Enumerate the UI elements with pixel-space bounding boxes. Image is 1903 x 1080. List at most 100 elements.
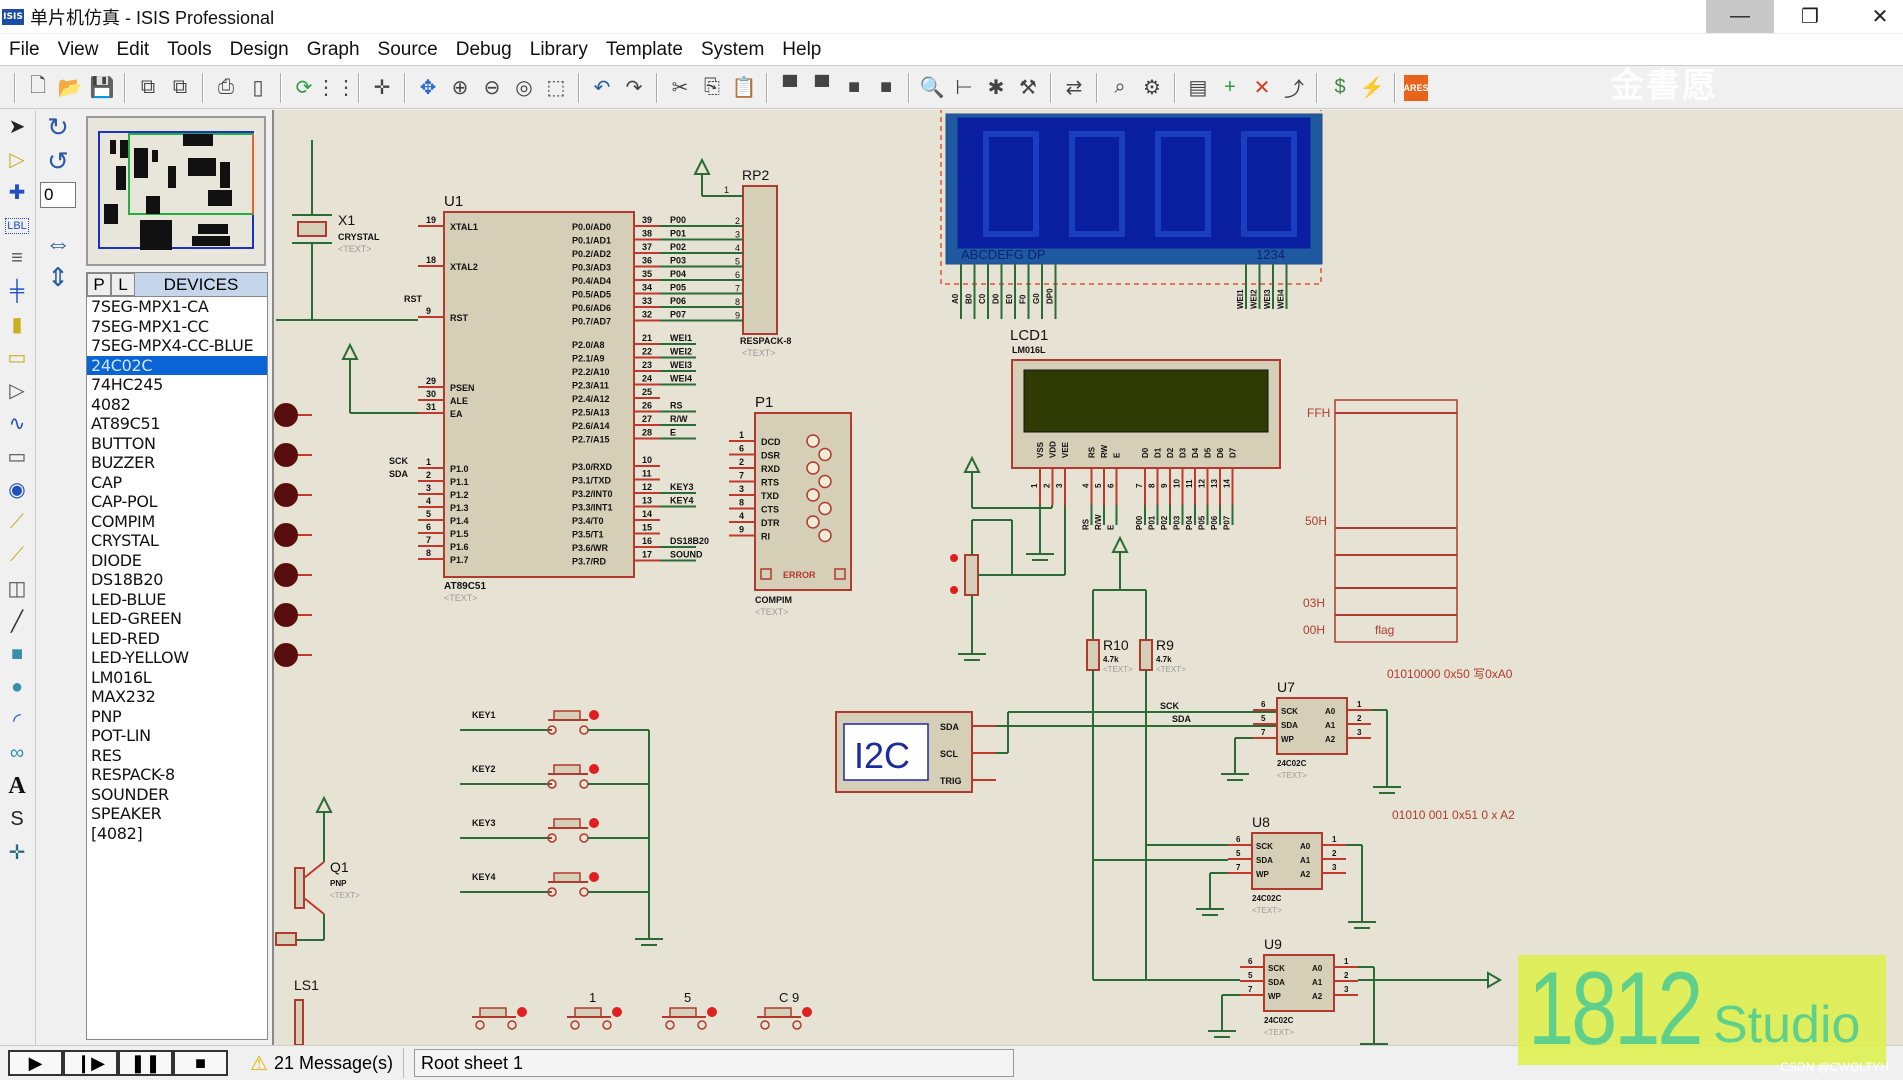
menu-template[interactable]: Template bbox=[597, 39, 692, 61]
graph-mode-button[interactable]: ∿ bbox=[0, 407, 34, 440]
origin-button[interactable]: ✛ bbox=[368, 74, 396, 102]
device-item[interactable]: POT-LIN bbox=[87, 726, 267, 746]
rotate-anticlockwise-button[interactable]: ↺ bbox=[38, 144, 78, 178]
device-item[interactable]: 7SEG-MPX4-CC-BLUE bbox=[87, 336, 267, 356]
device-item[interactable]: DIODE bbox=[87, 551, 267, 571]
paste-button[interactable]: 📋 bbox=[730, 74, 758, 102]
cut-button[interactable]: ✂ bbox=[666, 74, 694, 102]
export-section-button[interactable]: ⧉ bbox=[166, 74, 194, 102]
device-item[interactable]: 7SEG-MPX1-CA bbox=[87, 297, 267, 317]
packaging-tool-button[interactable]: ✱ bbox=[982, 74, 1010, 102]
bill-of-materials-button[interactable]: $ bbox=[1326, 74, 1354, 102]
device-item[interactable]: SOUNDER bbox=[87, 785, 267, 805]
device-item[interactable]: 24C02C bbox=[87, 355, 267, 375]
terminals-mode-button[interactable]: ▭ bbox=[0, 341, 34, 374]
menu-graph[interactable]: Graph bbox=[298, 39, 369, 61]
step-button[interactable]: ❙▶ bbox=[63, 1050, 118, 1076]
voltage-probe-mode-button[interactable]: ⟋ bbox=[0, 506, 34, 539]
generator-mode-button[interactable]: ◉ bbox=[0, 473, 34, 506]
marker-mode-button[interactable]: ✛ bbox=[0, 836, 34, 869]
menu-view[interactable]: View bbox=[49, 39, 108, 61]
copy-block-button[interactable]: ▀ bbox=[776, 74, 804, 102]
move-block-button[interactable]: ▀ bbox=[808, 74, 836, 102]
wire-autorouter-button[interactable]: ⇄ bbox=[1060, 74, 1088, 102]
selection-mode-button[interactable]: ➤ bbox=[0, 110, 34, 143]
save-file-button[interactable]: 💾 bbox=[88, 74, 116, 102]
circle-mode-button[interactable]: ● bbox=[0, 671, 34, 704]
mirror-y-button[interactable]: ⇕ bbox=[38, 260, 78, 294]
device-item[interactable]: LED-GREEN bbox=[87, 609, 267, 629]
subcircuit-mode-button[interactable]: ▮ bbox=[0, 308, 34, 341]
rotate-block-button[interactable]: ■ bbox=[840, 74, 868, 102]
device-item[interactable]: 74HC245 bbox=[87, 375, 267, 395]
line-mode-button[interactable]: ╱ bbox=[0, 605, 34, 638]
pick-device-button[interactable]: 🔍 bbox=[918, 74, 946, 102]
set-area-button[interactable]: ▯ bbox=[244, 74, 272, 102]
new-file-button[interactable]: 🗋 bbox=[24, 74, 52, 102]
menu-edit[interactable]: Edit bbox=[107, 39, 158, 61]
device-pins-mode-button[interactable]: ▷ bbox=[0, 374, 34, 407]
search-tag-button[interactable]: ⌕ bbox=[1106, 74, 1134, 102]
menu-source[interactable]: Source bbox=[369, 39, 447, 61]
device-item[interactable]: LED-RED bbox=[87, 629, 267, 649]
schematic-canvas[interactable]: U1 AT89C51 <TEXT> 19 XTAL1 18 XTAL2 9 RST 29 PSEN 3… bbox=[272, 110, 1903, 1045]
menu-library[interactable]: Library bbox=[521, 39, 597, 61]
zoom-in-button[interactable]: ⊕ bbox=[446, 74, 474, 102]
exit-parent-button[interactable]: ⤴ bbox=[1280, 74, 1308, 102]
device-item[interactable]: LED-BLUE bbox=[87, 590, 267, 610]
device-item[interactable]: [4082] bbox=[87, 824, 267, 844]
device-item[interactable]: BUZZER bbox=[87, 453, 267, 473]
device-item[interactable]: 4082 bbox=[87, 395, 267, 415]
import-section-button[interactable]: ⧉ bbox=[134, 74, 162, 102]
redraw-button[interactable]: ⟳ bbox=[290, 74, 318, 102]
virtual-instruments-mode-button[interactable]: ◫ bbox=[0, 572, 34, 605]
menu-system[interactable]: System bbox=[692, 39, 773, 61]
device-item[interactable]: AT89C51 bbox=[87, 414, 267, 434]
menu-design[interactable]: Design bbox=[221, 39, 298, 61]
pause-button[interactable]: ❚❚ bbox=[118, 1050, 173, 1076]
zoom-out-button[interactable]: ⊖ bbox=[478, 74, 506, 102]
device-item[interactable]: 7SEG-MPX1-CC bbox=[87, 317, 267, 337]
device-item[interactable]: BUTTON bbox=[87, 434, 267, 454]
device-item[interactable]: LM016L bbox=[87, 668, 267, 688]
component-mode-button[interactable]: ▷ bbox=[0, 143, 34, 176]
device-item[interactable]: RESPACK-8 bbox=[87, 765, 267, 785]
ares-button[interactable]: ARES bbox=[1404, 74, 1429, 101]
symbol-mode-button[interactable]: S bbox=[0, 803, 34, 836]
bus-mode-button[interactable]: ╪ bbox=[0, 275, 34, 308]
electrical-rule-check-button[interactable]: ⚡ bbox=[1358, 74, 1386, 102]
mirror-x-button[interactable]: ⇔ bbox=[38, 226, 78, 260]
device-item[interactable]: MAX232 bbox=[87, 687, 267, 707]
tape-recorder-mode-button[interactable]: ▭ bbox=[0, 440, 34, 473]
remove-sheet-button[interactable]: ✕ bbox=[1248, 74, 1276, 102]
junction-dot-mode-button[interactable]: ✚ bbox=[0, 176, 34, 209]
menu-tools[interactable]: Tools bbox=[158, 39, 220, 61]
close-button[interactable]: ✕ bbox=[1846, 0, 1903, 33]
maximize-button[interactable]: ❐ bbox=[1776, 0, 1844, 33]
property-assignment-button[interactable]: ⚙ bbox=[1138, 74, 1166, 102]
rotate-clockwise-button[interactable]: ↻ bbox=[38, 110, 78, 144]
device-item[interactable]: CAP bbox=[87, 473, 267, 493]
stop-button[interactable]: ■ bbox=[173, 1050, 228, 1076]
device-item[interactable]: CAP-POL bbox=[87, 492, 267, 512]
device-item[interactable]: RES bbox=[87, 746, 267, 766]
pick-devices-button[interactable]: P bbox=[87, 273, 111, 296]
play-button[interactable]: ▶ bbox=[8, 1050, 63, 1076]
menu-debug[interactable]: Debug bbox=[447, 39, 521, 61]
menu-file[interactable]: File bbox=[0, 39, 49, 61]
make-device-button[interactable]: ⊢ bbox=[950, 74, 978, 102]
library-manager-button[interactable]: L bbox=[111, 273, 135, 296]
messages-indicator[interactable]: ⚠ 21 Message(s) bbox=[240, 1048, 404, 1078]
device-item[interactable]: SPEAKER bbox=[87, 804, 267, 824]
device-list[interactable]: 7SEG-MPX1-CA 7SEG-MPX1-CC 7SEG-MPX4-CC-BLU… bbox=[87, 297, 267, 843]
current-probe-mode-button[interactable]: ⟋ bbox=[0, 539, 34, 572]
device-item[interactable]: DS18B20 bbox=[87, 570, 267, 590]
new-sheet-button[interactable]: + bbox=[1216, 74, 1244, 102]
undo-button[interactable]: ↶ bbox=[588, 74, 616, 102]
menu-help[interactable]: Help bbox=[773, 39, 830, 61]
redo-button[interactable]: ↷ bbox=[620, 74, 648, 102]
overview-window[interactable] bbox=[86, 116, 266, 266]
minimize-button[interactable]: — bbox=[1706, 0, 1774, 33]
device-item[interactable]: PNP bbox=[87, 707, 267, 727]
box-mode-button[interactable]: ■ bbox=[0, 638, 34, 671]
